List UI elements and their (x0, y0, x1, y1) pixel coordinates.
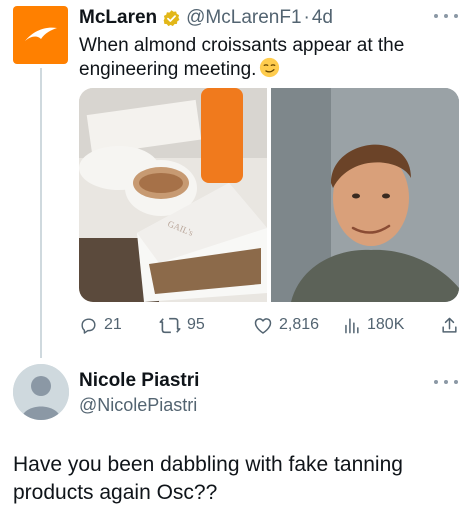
views-action[interactable]: 180K (342, 316, 437, 335)
oscar-portrait-photo[interactable] (271, 88, 459, 302)
croissant-box-photo[interactable]: GAIL's (79, 88, 267, 302)
views-chart-icon (345, 317, 359, 333)
smirking-face-emoji-icon (260, 57, 280, 78)
retweet-action[interactable]: 95 (159, 316, 253, 335)
more-options-icon[interactable] (434, 376, 458, 388)
mclaren-logo-icon (24, 27, 57, 41)
reply-author-handle[interactable]: @NicolePiastri (79, 395, 197, 416)
retweet-count: 95 (187, 316, 205, 333)
share-action[interactable] (440, 316, 459, 335)
more-options-icon[interactable] (434, 10, 458, 22)
mclaren-avatar[interactable] (13, 6, 68, 64)
thread-connector-line (40, 68, 42, 358)
default-profile-icon (13, 364, 69, 420)
share-icon (442, 317, 457, 333)
separator-dot: · (303, 7, 310, 28)
like-count: 2,816 (279, 316, 320, 333)
tweet-header: McLaren @McLarenF1 · 4d (79, 6, 434, 30)
default-avatar[interactable] (13, 364, 69, 420)
tweet-media[interactable]: GAIL's (79, 88, 459, 302)
reply-icon (81, 317, 96, 334)
verified-badge-icon (163, 9, 180, 26)
tweet-action-bar: 21 95 2,816 180K (79, 312, 459, 338)
tweet-text: When almond croissants appear at the eng… (79, 34, 439, 81)
author-handle[interactable]: @McLarenF1 (186, 7, 301, 29)
retweet-icon (159, 317, 181, 333)
tweet-body: When almond croissants appear at the eng… (79, 35, 405, 80)
tweet-timestamp[interactable]: 4d (312, 7, 333, 29)
author-name[interactable]: McLaren (79, 7, 157, 29)
reply-text: Have you been dabbling with fake tanning… (13, 453, 403, 504)
reply-count: 21 (104, 316, 122, 333)
like-action[interactable]: 2,816 (253, 316, 342, 335)
heart-icon (254, 317, 272, 334)
views-count: 180K (367, 316, 405, 333)
reply-author-name[interactable]: Nicole Piastri (79, 370, 199, 392)
reply-action[interactable]: 21 (79, 316, 159, 335)
